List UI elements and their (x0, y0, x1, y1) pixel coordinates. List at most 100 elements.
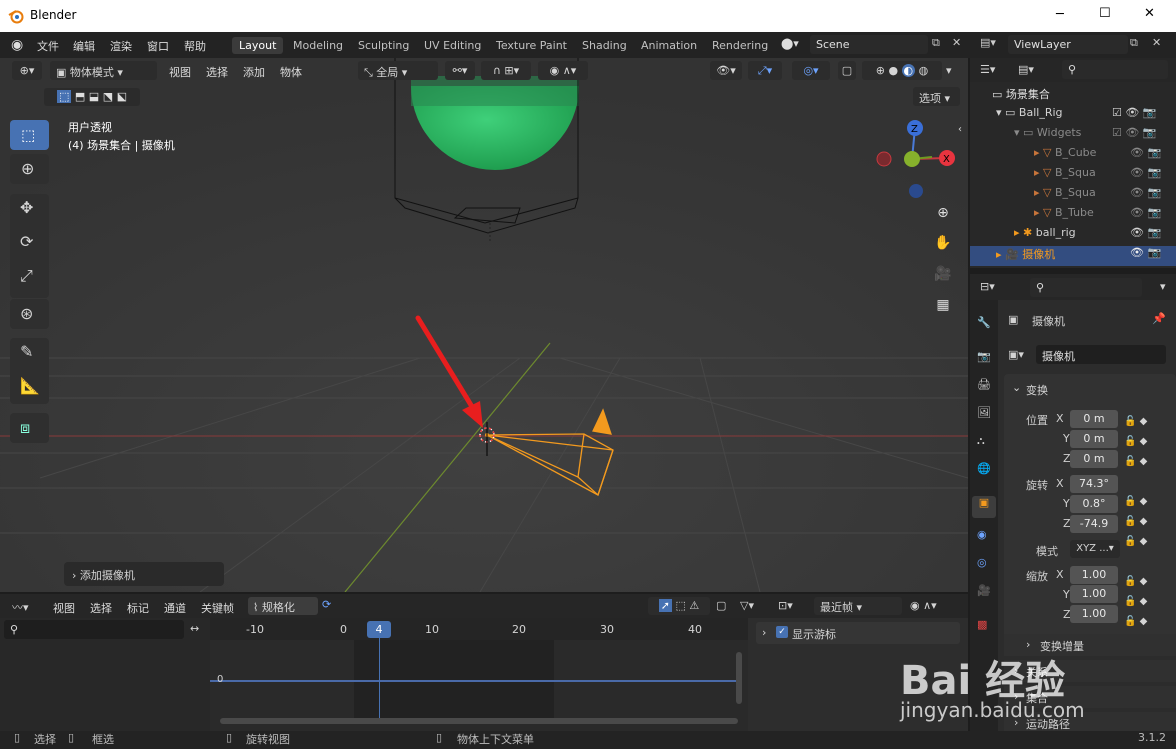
tool-tab-icon[interactable]: 🔧 (977, 316, 991, 329)
rotate-icon[interactable]: ⟳ (20, 232, 33, 251)
row-eye-camera-icons[interactable]: 👁 📷 (1130, 146, 1161, 159)
3d-viewport[interactable]: ⊕▾ ▣ 物体模式 ▾ 视图 选择 添加 物体 ⤡ 全局 ▾ ⚯▾ ∩ ⊞▾ ◉… (0, 58, 968, 592)
tab-sculpting[interactable]: Sculpting (351, 37, 416, 54)
viewport-menu-view[interactable]: 视图 (169, 64, 191, 80)
outliner-row[interactable]: ▾ ▭ Widgets ☑ 👁 📷 (970, 126, 1176, 146)
location-y-field[interactable]: 0 m (1070, 430, 1118, 448)
outliner-row[interactable]: ▸ ✱ ball_rig 👁 📷 (970, 226, 1176, 246)
swap-icon[interactable]: ↔ (190, 622, 199, 635)
shading-dropdown-icon[interactable]: ▾ (946, 64, 952, 77)
tab-rendering[interactable]: Rendering (705, 37, 775, 54)
timeline-menu-key[interactable]: 关键帧 (201, 600, 234, 616)
scene-field[interactable]: Scene (810, 35, 928, 54)
timeline-menu-select[interactable]: 选择 (90, 600, 112, 616)
transform-tool[interactable]: ⊛ (10, 299, 49, 329)
timeline-graph[interactable]: -10 0 4 10 20 30 40 0 (210, 618, 748, 731)
rotation-x-field[interactable]: 74.3° (1070, 475, 1118, 493)
object-type-icon[interactable]: ▣▾ (1008, 348, 1024, 361)
outliner-row[interactable]: ▾ ▭ Ball_Rig ☑ 👁 📷 (970, 106, 1176, 126)
properties-search-input[interactable]: ⚲ (1030, 278, 1142, 297)
tab-modeling[interactable]: Modeling (286, 37, 350, 54)
move-icon[interactable]: ✥ (20, 198, 33, 217)
collections-section[interactable]: › 集合 (1004, 686, 1176, 708)
selection-filter-icons[interactable]: ➚ ⬚ ⚠ (648, 597, 710, 615)
delete-view-layer-icon[interactable]: ✕ (1152, 36, 1161, 49)
object-tab-icon[interactable]: ▣ (972, 496, 996, 518)
menu-help[interactable]: 帮助 (184, 38, 206, 54)
outliner-row[interactable]: ▸ ▽ B_Squa 👁 📷 (970, 186, 1176, 206)
location-z-field[interactable]: 0 m (1070, 450, 1118, 468)
show-cursor-checkbox[interactable]: ✓ (776, 626, 788, 638)
row-eye-camera-icons[interactable]: 👁 📷 (1130, 246, 1161, 259)
row-eye-camera-icons[interactable]: 👁 📷 (1130, 206, 1161, 219)
overlay-toggle-icon[interactable]: ◎▾ (792, 61, 830, 80)
viewport-menu-object[interactable]: 物体 (280, 64, 302, 80)
physics-tab-icon[interactable]: ◎ (977, 556, 987, 569)
outliner-row[interactable]: ▸ ▽ B_Cube 👁 📷 (970, 146, 1176, 166)
rotation-z-field[interactable]: -74.9 (1070, 515, 1118, 533)
auto-normalize-icon[interactable]: ⟳ (322, 598, 331, 611)
row-checkbox-eye-camera-icons[interactable]: ☑ 👁 📷 (1112, 126, 1157, 139)
properties-options-icon[interactable]: ▾ (1160, 280, 1166, 293)
row-checkbox-eye-camera-icons[interactable]: ☑ 👁 📷 (1112, 106, 1157, 119)
output-tab-icon[interactable]: 🖨 (977, 378, 991, 391)
sidebar-toggle-icon[interactable]: ‹ (958, 124, 962, 135)
tab-layout[interactable]: Layout (232, 37, 284, 54)
timeline-menu-marker[interactable]: 标记 (127, 600, 149, 616)
xray-icon[interactable]: ▢ (838, 61, 856, 80)
orientation-dropdown[interactable]: ⤡ 全局 ▾ (358, 61, 438, 80)
timeline-menu-view[interactable]: 视图 (53, 600, 75, 616)
zoom-icon[interactable]: ⊕ (930, 200, 956, 226)
scale-z-field[interactable]: 1.00 (1070, 605, 1118, 623)
scale-icon[interactable]: ⤢ (20, 266, 33, 286)
render-tab-icon[interactable]: 📷 (977, 350, 991, 363)
scale-y-field[interactable]: 1.00 (1070, 585, 1118, 603)
scene-tab-icon[interactable]: ⛬ (977, 434, 985, 448)
new-scene-icon[interactable]: ⧉ (932, 36, 940, 50)
camera-view-icon[interactable]: 🎥 (930, 261, 956, 287)
menu-render[interactable]: 渲染 (110, 38, 132, 54)
select-box-tool[interactable]: ⬚ (10, 120, 49, 150)
world-tab-icon[interactable]: 🌐 (977, 462, 991, 475)
pivot-icon[interactable]: ⚯▾ (445, 61, 475, 80)
normalize-toggle[interactable]: ⌇ 规格化 (248, 597, 318, 615)
annotate-icon[interactable]: ✎ (20, 342, 33, 361)
maximize-button[interactable]: ☐ (1099, 6, 1111, 21)
graph-editor-icon[interactable]: 〰▾ (12, 599, 29, 615)
horizontal-scrollbar[interactable] (220, 718, 738, 724)
shading-mode-icons[interactable]: ⊕ ● ◐ ◍ (862, 61, 942, 80)
scale-x-field[interactable]: 1.00 (1070, 566, 1118, 584)
frame-ruler[interactable] (210, 618, 748, 640)
options-dropdown[interactable]: 选项 ▾ (913, 87, 960, 106)
properties-editor-icon[interactable]: ⊟▾ (980, 280, 995, 293)
row-eye-camera-icons[interactable]: 👁 📷 (1130, 226, 1161, 239)
view-layer-field[interactable]: ViewLayer (1008, 35, 1128, 54)
tab-uv-editing[interactable]: UV Editing (417, 37, 488, 54)
texture-tab-icon[interactable]: ▩ (977, 618, 987, 631)
row-eye-camera-icons[interactable]: 👁 📷 (1130, 186, 1161, 199)
proportional-edit-icon[interactable]: ◉ ∧▾ (538, 61, 588, 80)
rotation-mode-dropdown[interactable]: XYZ ...▾ (1070, 540, 1120, 558)
add-cube-tool[interactable]: ⧈ (10, 413, 49, 443)
tab-animation[interactable]: Animation (634, 37, 704, 54)
location-x-field[interactable]: 0 m (1070, 410, 1118, 428)
mode-dropdown[interactable]: ▣ 物体模式 ▾ (50, 61, 157, 80)
viewport-menu-select[interactable]: 选择 (206, 64, 228, 80)
lock-keyframe-icons[interactable]: 🔓 ◆ 🔓 ◆ 🔓 ◆ 🔓 ◆ 🔓 ◆ 🔓 ◆ 🔓 ◆ 🔓 ◆ 🔓 ◆ (1124, 412, 1147, 632)
relations-section[interactable]: › 关系 (1004, 660, 1176, 682)
motion-paths-section[interactable]: › 运动路径 (1004, 712, 1176, 731)
perspective-grid-icon[interactable]: ▦ (930, 292, 956, 318)
filter-icon[interactable]: ▽▾ (740, 599, 754, 612)
outliner-editor-icon[interactable]: ☰▾ (980, 63, 995, 76)
scene-icon[interactable]: ⬤▾ (781, 37, 799, 50)
collapse-arrow-icon[interactable]: ⌄ (1012, 381, 1021, 394)
operator-panel[interactable]: › 添加摄像机 (64, 562, 224, 586)
delta-transform-section[interactable]: › 变换增量 (1004, 634, 1176, 656)
pin-icon[interactable]: 📌 (1152, 312, 1166, 325)
measure-icon[interactable]: 📐 (20, 376, 40, 395)
cursor-tool[interactable]: ⊕ (10, 154, 49, 184)
tab-shading[interactable]: Shading (575, 37, 634, 54)
vertical-scrollbar[interactable] (736, 652, 742, 704)
blender-menu-icon[interactable]: ◉ (11, 37, 23, 53)
delete-scene-icon[interactable]: ✕ (952, 36, 961, 49)
